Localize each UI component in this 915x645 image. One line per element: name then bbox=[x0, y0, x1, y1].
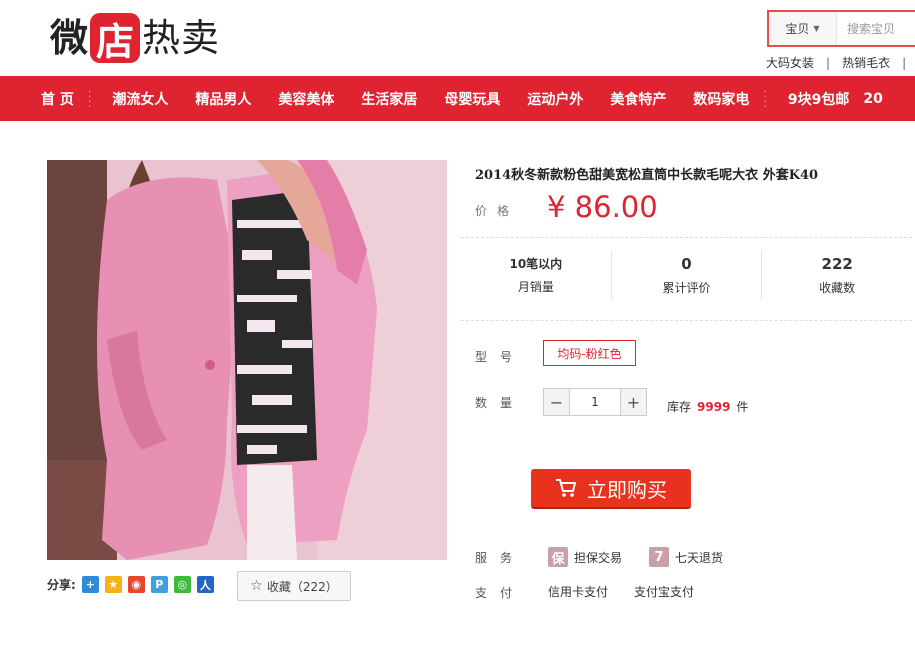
divider bbox=[461, 320, 912, 321]
stat-label: 收藏数 bbox=[819, 280, 856, 295]
quantity-input[interactable]: 1 bbox=[570, 389, 620, 415]
nav-item[interactable]: 母婴玩具 bbox=[444, 89, 500, 109]
service-label: 服务 bbox=[475, 551, 526, 565]
chevron-down-icon: ▼ bbox=[813, 24, 820, 33]
payment-alipay: 支付宝支付 bbox=[634, 585, 695, 599]
logo-rest: 热卖 bbox=[142, 16, 221, 60]
share-qzone-icon[interactable]: ★ bbox=[104, 576, 122, 593]
nav-divider: · · · · bbox=[763, 84, 767, 113]
category-nav: 首 页 · · · · 潮流女人 精品男人 美容美体 生活家居 母婴玩具 运动户外 美… bbox=[0, 76, 915, 121]
service-text: 担保交易 bbox=[574, 550, 623, 565]
share-plus-icon[interactable]: + bbox=[81, 576, 99, 593]
logo-char-2: 店 bbox=[90, 13, 141, 64]
nav-item[interactable]: 运动户外 bbox=[527, 89, 583, 109]
nav-item[interactable]: 生活家居 bbox=[361, 89, 417, 109]
payment-credit-card: 信用卡支付 bbox=[548, 585, 609, 599]
share-renren-icon[interactable]: 人 bbox=[196, 576, 214, 593]
hot-search-links: 大码女装 | 热销毛衣 | bbox=[766, 54, 915, 71]
stat-favorites: 222 收藏数 bbox=[762, 250, 912, 300]
model-label: 型号 bbox=[475, 350, 526, 364]
quantity-stepper: − 1 + bbox=[543, 388, 647, 416]
quantity-label: 数量 bbox=[475, 396, 526, 410]
share-label: 分享: bbox=[47, 578, 76, 592]
nav-item[interactable]: 9块9包邮 bbox=[788, 89, 849, 109]
service-text: 七天退货 bbox=[675, 550, 724, 565]
product-image[interactable] bbox=[47, 160, 447, 560]
stock-count: 9999 bbox=[697, 400, 731, 414]
favorite-label: 收藏（222） bbox=[266, 579, 338, 594]
site-logo[interactable]: 微 店 热卖 bbox=[50, 12, 220, 64]
hot-link-separator: | bbox=[902, 55, 907, 70]
search-type-label: 宝贝 bbox=[785, 22, 810, 36]
nav-item[interactable]: 数码家电 bbox=[693, 89, 749, 109]
model-option-button[interactable]: 均码-粉红色 bbox=[543, 340, 636, 366]
hot-link[interactable]: 大码女装 bbox=[766, 54, 814, 71]
stat-value: 222 bbox=[821, 254, 853, 273]
cart-icon bbox=[555, 478, 577, 498]
nav-item[interactable]: 精品男人 bbox=[195, 89, 251, 109]
divider bbox=[461, 237, 912, 238]
nav-item[interactable]: 美食特产 bbox=[610, 89, 666, 109]
share-tencent-weibo-icon[interactable]: P bbox=[150, 576, 168, 593]
guarantee-icon: 保 bbox=[548, 547, 568, 567]
service-return: 7 七天退货 bbox=[649, 547, 723, 567]
hot-link-separator: | bbox=[826, 55, 831, 70]
search-type-dropdown[interactable]: 宝贝 ▼ bbox=[769, 12, 837, 45]
product-stats: 10笔以内 月销量 0 累计评价 222 收藏数 bbox=[461, 250, 912, 300]
product-photo-graphic bbox=[47, 160, 447, 560]
share-weibo-icon[interactable]: ◉ bbox=[127, 576, 145, 593]
product-title: 2014秋冬新款粉色甜美宽松直筒中长款毛呢大衣 外套K40 bbox=[475, 168, 819, 183]
quantity-decrease-button[interactable]: − bbox=[544, 389, 570, 415]
favorite-button[interactable]: ☆ 收藏（222） bbox=[237, 571, 351, 601]
buy-now-label: 立即购买 bbox=[587, 477, 667, 502]
share-bar: 分享: + ★ ◉ P ◎ 人 bbox=[47, 576, 220, 593]
nav-item-home[interactable]: 首 页 bbox=[41, 89, 74, 109]
stat-value: 10笔以内 bbox=[509, 257, 563, 271]
stat-label: 月销量 bbox=[517, 280, 554, 294]
stock-prefix: 库存 bbox=[667, 400, 692, 414]
quantity-increase-button[interactable]: + bbox=[620, 389, 646, 415]
hot-link[interactable]: 热销毛衣 bbox=[842, 54, 890, 71]
stock-unit: 件 bbox=[736, 400, 749, 414]
nav-item[interactable]: 20 bbox=[863, 91, 882, 107]
stat-label: 累计评价 bbox=[662, 280, 711, 295]
nav-item[interactable]: 美容美体 bbox=[278, 89, 334, 109]
stat-reviews: 0 累计评价 bbox=[612, 250, 763, 300]
stat-value: 0 bbox=[681, 254, 692, 273]
stock-info: 库存 9999 件 bbox=[667, 398, 748, 415]
price-label: 价格 bbox=[475, 204, 520, 218]
seven-day-return-icon: 7 bbox=[649, 547, 669, 567]
service-guarantee: 保 担保交易 bbox=[548, 547, 622, 567]
payment-label: 支付 bbox=[475, 586, 526, 600]
nav-divider: · · · · bbox=[87, 84, 92, 113]
search-input[interactable] bbox=[837, 12, 915, 45]
star-icon: ☆ bbox=[250, 578, 263, 594]
share-wechat-icon[interactable]: ◎ bbox=[173, 576, 191, 593]
logo-char-1: 微 bbox=[50, 16, 89, 60]
buy-now-button[interactable]: 立即购买 bbox=[531, 469, 691, 509]
nav-item[interactable]: 潮流女人 bbox=[112, 89, 168, 109]
product-price: ¥ 86.00 bbox=[547, 190, 658, 224]
stat-monthly-sales: 10笔以内 月销量 bbox=[461, 250, 612, 300]
search-box: 宝贝 ▼ bbox=[767, 10, 915, 47]
